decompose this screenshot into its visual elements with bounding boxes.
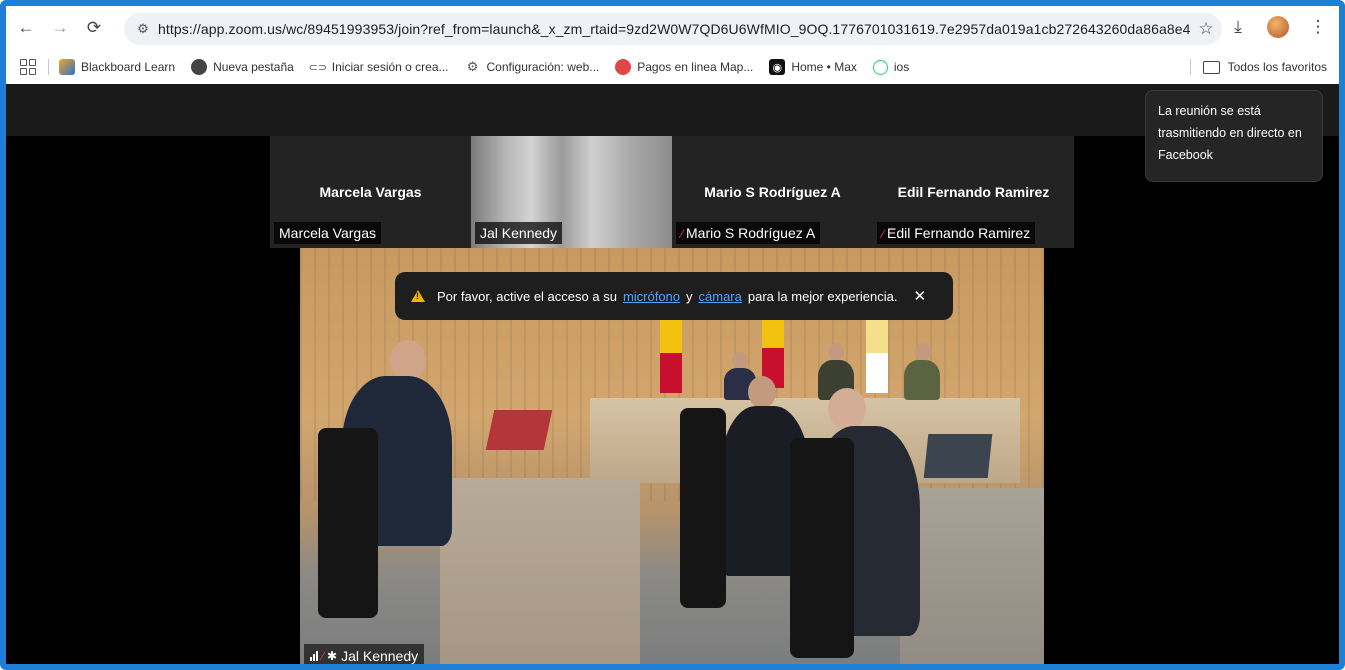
participant-label: ⁄ Edil Fernando Ramirez (877, 222, 1036, 244)
bookmark-payments[interactable]: Pagos en linea Map... (615, 59, 753, 75)
pin-icon: ✱ (327, 649, 338, 663)
bookmarks-bar: Blackboard Learn Nueva pestaña ⊂⊃ Inicia… (6, 50, 1339, 84)
mic-muted-icon: ⁄ (681, 227, 684, 241)
participant-tile[interactable]: Mario S Rodríguez A ⁄ Mario S Rodríguez A (672, 136, 873, 248)
browser-window: ← → ⟳ ⚙ https://app.zoom.us/wc/894519939… (0, 0, 1345, 670)
all-bookmarks[interactable]: Todos los favoritos (1189, 59, 1327, 75)
url-text[interactable]: https://app.zoom.us/wc/89451993953/join?… (158, 21, 1190, 37)
max-icon: ◉ (769, 59, 786, 75)
participant-label: Marcela Vargas (274, 222, 382, 244)
microphone-link[interactable]: micrófono (623, 289, 680, 304)
participant-tile-video[interactable]: Jal Kennedy (471, 136, 672, 248)
back-icon[interactable]: ← (12, 14, 40, 42)
active-speaker-label: ⁄ ✱ Jal Kennedy (304, 644, 425, 664)
close-icon[interactable]: ✕ (913, 287, 926, 305)
participant-tile[interactable]: Edil Fernando Ramirez ⁄ Edil Fernando Ram… (873, 136, 1074, 248)
bookmark-config[interactable]: ⚙ Configuración: web... (465, 59, 600, 75)
reload-icon[interactable]: ⟳ (80, 14, 108, 42)
menu-kebab-icon[interactable]: ⋮ (1305, 14, 1331, 40)
download-icon[interactable]: ⤓ (1225, 14, 1251, 40)
bookmark-star-icon[interactable]: ☆ (1190, 19, 1222, 39)
participant-name: Mario S Rodríguez A (704, 184, 841, 200)
meeting-top-strip (6, 84, 1339, 136)
payments-icon (615, 59, 632, 75)
mic-muted-icon: ⁄ (322, 649, 325, 663)
forward-icon[interactable]: → (46, 14, 74, 42)
apps-grid-icon[interactable] (20, 59, 36, 75)
folder-icon (1202, 60, 1220, 74)
participant-tile[interactable]: Marcela Vargas Marcela Vargas (270, 136, 471, 248)
mic-muted-icon: ⁄ (882, 227, 885, 241)
whatsapp-icon (872, 59, 888, 75)
participant-name: Edil Fernando Ramirez (897, 184, 1050, 200)
link-icon: ⊂⊃ (308, 61, 328, 74)
warning-icon (411, 290, 425, 302)
site-settings-icon[interactable]: ⚙ (128, 21, 158, 37)
chrome-icon (191, 59, 208, 75)
profile-avatar[interactable] (1265, 14, 1291, 40)
blackboard-icon (59, 59, 75, 75)
signal-bars-icon (310, 651, 318, 661)
participant-label: Jal Kennedy (475, 222, 563, 244)
permission-banner: Por favor, active el acceso a su micrófo… (395, 272, 953, 320)
bookmark-ios[interactable]: ios (872, 59, 909, 75)
participant-name: Marcela Vargas (319, 184, 422, 200)
zoom-meeting-area: Marcela Vargas Marcela Vargas Jal Kenned… (6, 84, 1339, 664)
gear-icon: ⚙ (466, 59, 479, 74)
live-stream-tooltip: La reunión se está trasmitiendo en direc… (1145, 90, 1323, 182)
address-bar[interactable]: ⚙ https://app.zoom.us/wc/89451993953/joi… (124, 13, 1222, 45)
browser-toolbar: ← → ⟳ ⚙ https://app.zoom.us/wc/894519939… (6, 6, 1339, 50)
bookmark-blackboard[interactable]: Blackboard Learn (59, 59, 175, 75)
participant-label: ⁄ Mario S Rodríguez A (676, 222, 821, 244)
bookmark-max[interactable]: ◉ Home • Max (769, 59, 857, 75)
bookmark-new-tab[interactable]: Nueva pestaña (191, 59, 294, 75)
camera-link[interactable]: cámara (699, 289, 742, 304)
participant-gallery: Marcela Vargas Marcela Vargas Jal Kenned… (270, 136, 1076, 248)
bookmark-login[interactable]: ⊂⊃ Iniciar sesión o crea... (308, 59, 449, 75)
